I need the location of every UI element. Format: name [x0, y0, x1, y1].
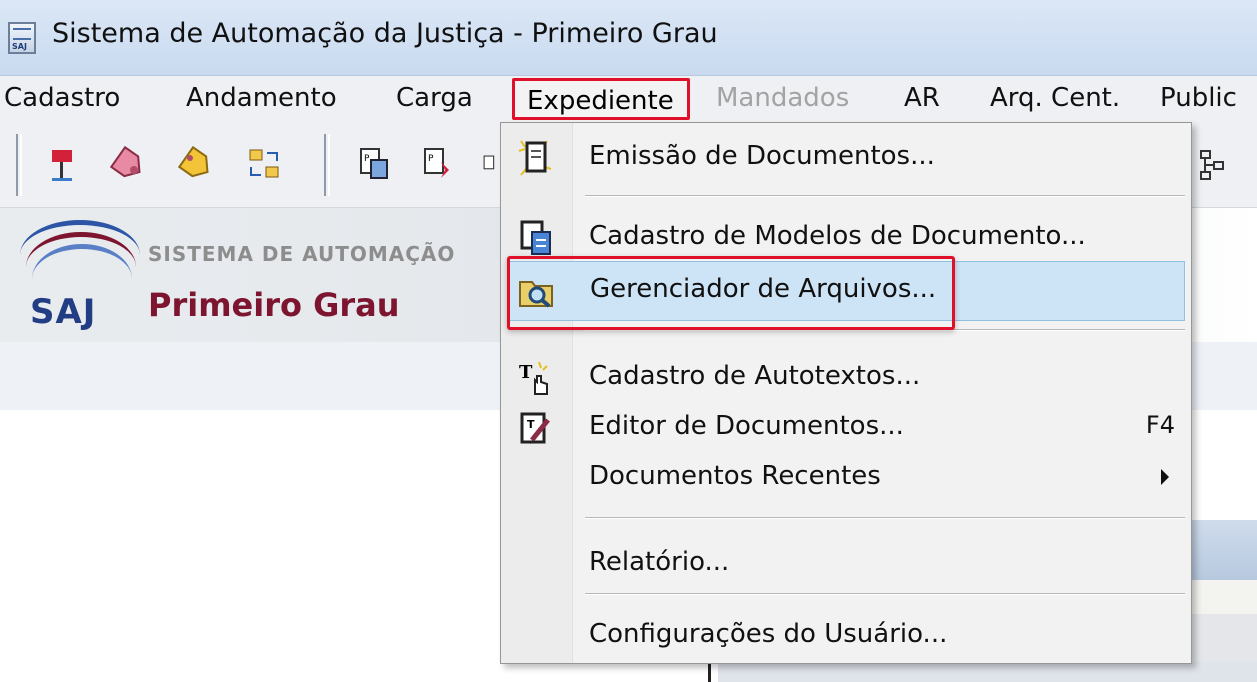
- tag-yellow-icon[interactable]: [178, 144, 214, 184]
- document-p-icon[interactable]: P: [356, 144, 392, 184]
- menu-expediente-label: Expediente: [527, 86, 674, 116]
- tag-pink-icon[interactable]: [110, 144, 146, 184]
- window-title: Sistema de Automação da Justiça - Primei…: [52, 18, 718, 49]
- svg-text:P: P: [364, 154, 370, 164]
- menu-carga[interactable]: Carga: [396, 83, 473, 113]
- svg-text:P: P: [428, 154, 434, 164]
- menuitem-emissao-documentos[interactable]: Emissão de Documentos...: [501, 129, 1191, 189]
- document-star-icon: [517, 140, 555, 177]
- menu-bar: Cadastro Andamento Carga Expediente Mand…: [0, 76, 1257, 122]
- menuitem-configuracoes-usuario[interactable]: Configurações do Usuário...: [501, 607, 1191, 667]
- menuitem-relatorio[interactable]: Relatório...: [501, 535, 1191, 595]
- autotext-icon: T: [517, 361, 555, 397]
- flag-icon[interactable]: [44, 144, 80, 184]
- menuitem-documentos-recentes[interactable]: Documentos Recentes: [501, 449, 1191, 509]
- menuitem-label: Documentos Recentes: [589, 461, 881, 491]
- svg-text:T: T: [519, 362, 533, 383]
- menuitem-label: Configurações do Usuário...: [589, 619, 948, 649]
- transfer-icon[interactable]: [246, 144, 282, 184]
- toolbar-separator: [324, 134, 330, 196]
- menu-arq-cent[interactable]: Arq. Cent.: [990, 83, 1120, 113]
- submenu-arrow-icon: [1161, 469, 1169, 485]
- banner-subtitle: Primeiro Grau: [148, 286, 400, 324]
- dropdown-separator: [585, 195, 1185, 197]
- background-panel-row: [1190, 580, 1257, 614]
- menuitem-label: Cadastro de Modelos de Documento...: [589, 221, 1086, 251]
- app-icon: SAJ: [8, 22, 36, 54]
- menuitem-label: Cadastro de Autotextos...: [589, 361, 921, 391]
- dropdown-separator: [585, 517, 1185, 519]
- org-chart-icon[interactable]: [1196, 144, 1230, 184]
- saj-logo: SAJ: [30, 292, 97, 332]
- banner-system-name: SISTEMA DE AUTOMAÇÃO: [148, 242, 456, 266]
- document-p-red-icon[interactable]: P: [420, 144, 456, 184]
- document-model-icon: [517, 220, 555, 257]
- background-panel-header: [1190, 520, 1257, 580]
- menuitem-label: Editor de Documentos...: [589, 411, 904, 441]
- menuitem-shortcut: F4: [1145, 411, 1175, 439]
- app-icon-label: SAJ: [12, 42, 27, 51]
- menu-cadastro[interactable]: Cadastro: [4, 83, 120, 113]
- expediente-dropdown: Emissão de Documentos... Cadastro de Mod…: [500, 122, 1192, 664]
- document-p-partial-icon[interactable]: [482, 144, 500, 184]
- title-bar: SAJ Sistema de Automação da Justiça - Pr…: [0, 0, 1257, 76]
- toolbar-grip[interactable]: [16, 134, 22, 196]
- menu-andamento[interactable]: Andamento: [186, 83, 337, 113]
- svg-text:T: T: [527, 418, 535, 431]
- menu-expediente[interactable]: Expediente: [512, 78, 690, 120]
- menu-mandados[interactable]: Mandados: [716, 83, 849, 113]
- editor-icon: T: [517, 411, 555, 447]
- menuitem-label: Emissão de Documentos...: [589, 141, 935, 171]
- menu-public[interactable]: Public: [1160, 83, 1237, 113]
- menu-ar[interactable]: AR: [904, 83, 940, 113]
- highlight-annotation: [507, 256, 955, 330]
- menuitem-label: Relatório...: [589, 547, 730, 577]
- dropdown-separator: [585, 593, 1185, 595]
